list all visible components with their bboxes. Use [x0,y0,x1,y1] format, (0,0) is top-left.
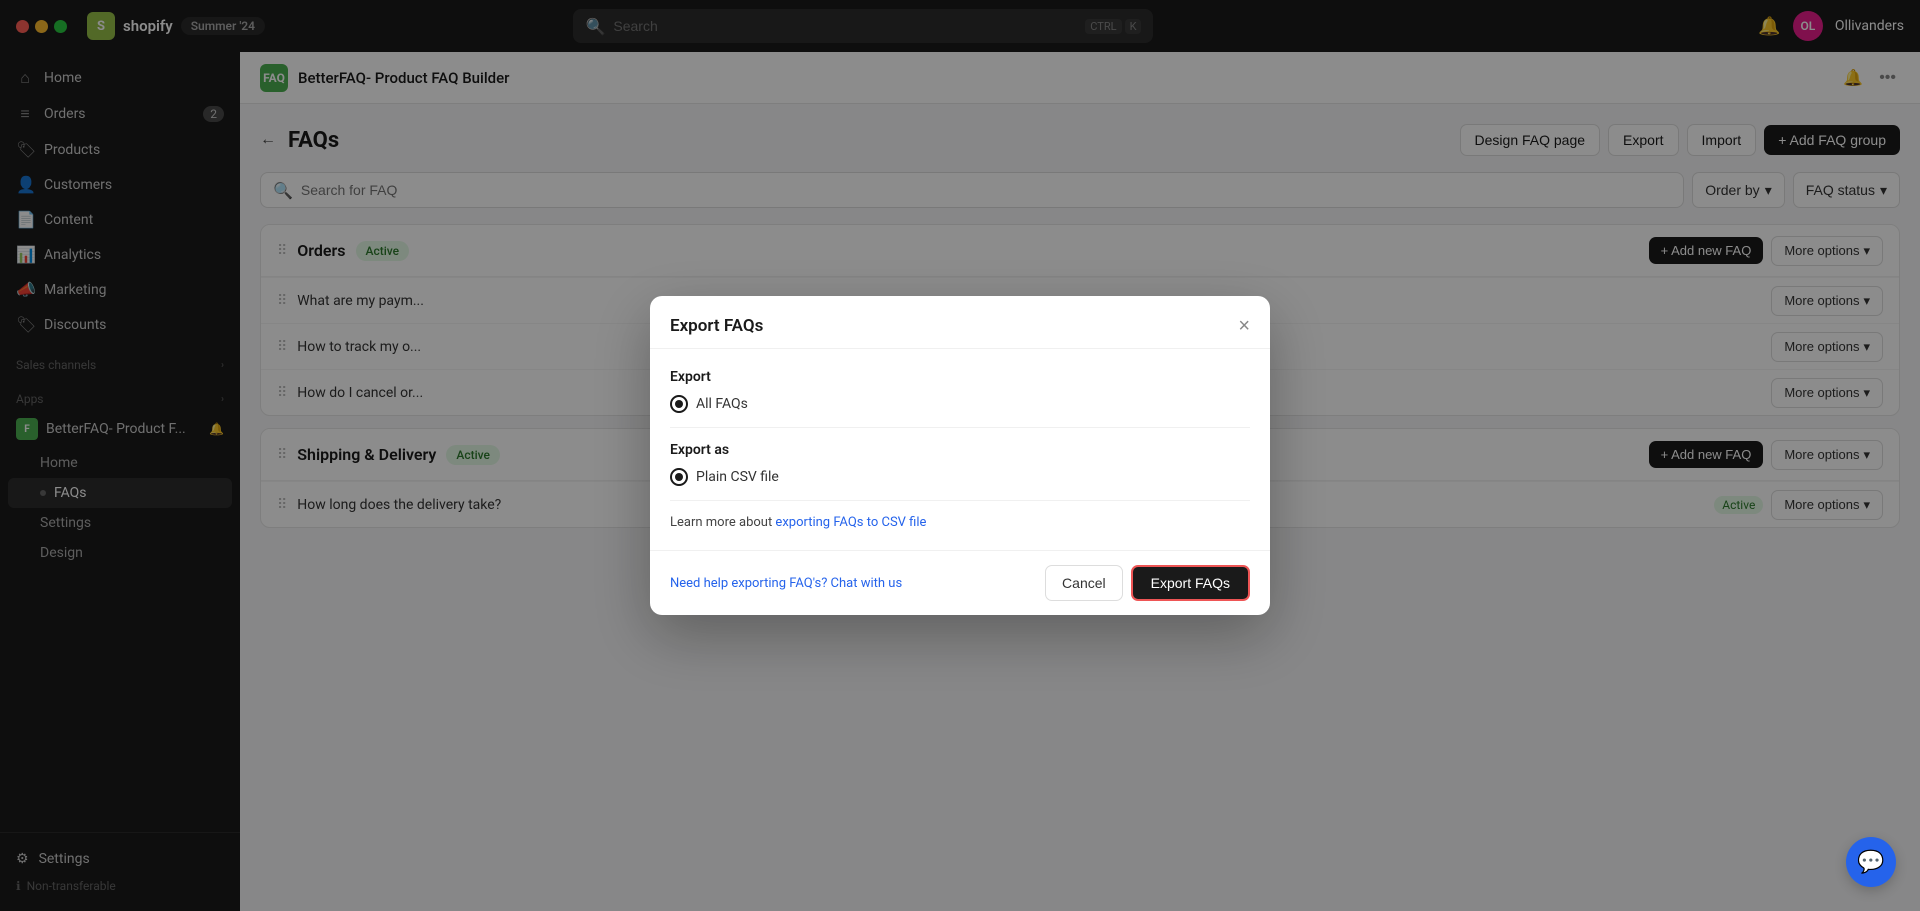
modal-header: Export FAQs × [650,296,1270,349]
export-section-label: Export [670,369,1250,385]
learn-more-link[interactable]: exporting FAQs to CSV file [775,515,926,530]
modal-footer: Need help exporting FAQ's? Chat with us … [650,550,1270,615]
modal-close-button[interactable]: × [1238,316,1250,336]
export-faqs-modal: Export FAQs × Export All FAQs Export as … [650,296,1270,615]
modal-body: Export All FAQs Export as Plain CSV file… [650,349,1270,550]
modal-divider [670,427,1250,428]
cancel-button[interactable]: Cancel [1045,565,1123,601]
export-as-label: Export as [670,442,1250,458]
plain-csv-label: Plain CSV file [696,469,779,485]
chat-icon: 💬 [1857,850,1884,875]
export-faqs-button[interactable]: Export FAQs [1131,565,1250,601]
help-chat-link[interactable]: Need help exporting FAQ's? Chat with us [670,576,902,591]
modal-title: Export FAQs [670,316,763,336]
all-faqs-radio-row[interactable]: All FAQs [670,395,1250,413]
learn-more-text: Learn more about exporting FAQs to CSV f… [670,515,1250,530]
modal-overlay[interactable]: Export FAQs × Export All FAQs Export as … [0,0,1920,911]
plain-csv-radio[interactable] [670,468,688,486]
modal-divider-2 [670,500,1250,501]
modal-buttons: Cancel Export FAQs [1045,565,1250,601]
chat-bubble-button[interactable]: 💬 [1846,837,1896,887]
all-faqs-radio[interactable] [670,395,688,413]
all-faqs-label: All FAQs [696,396,748,412]
plain-csv-radio-row[interactable]: Plain CSV file [670,468,1250,486]
